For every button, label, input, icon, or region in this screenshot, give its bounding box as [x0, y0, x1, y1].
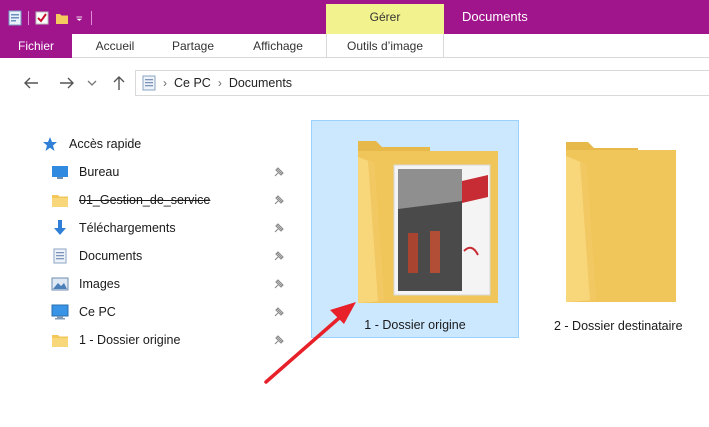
- quick-access-label: Accès rapide: [69, 137, 142, 151]
- folder-icon: [50, 330, 70, 350]
- breadcrumb-this-pc[interactable]: Ce PC: [174, 76, 211, 90]
- nav-item-label: 01_Gestion_de_service: [79, 193, 211, 207]
- chevron-down-icon: [87, 80, 97, 86]
- pin-icon[interactable]: [272, 165, 286, 179]
- nav-item-origin-folder[interactable]: 1 - Dossier origine: [50, 327, 292, 353]
- arrow-right-icon: [60, 77, 74, 89]
- nav-item-images[interactable]: Images: [50, 271, 292, 297]
- pin-icon[interactable]: [272, 305, 286, 319]
- context-tab-manage[interactable]: Gérer: [326, 4, 444, 34]
- back-button[interactable]: [22, 74, 40, 92]
- chevron-down-icon[interactable]: [75, 10, 85, 26]
- download-icon: [50, 218, 70, 238]
- arrow-left-icon: [24, 77, 38, 89]
- ribbon-tabs: Fichier Accueil Partage Affichage Outils…: [0, 34, 709, 58]
- toolbar-separator: [91, 11, 92, 25]
- folder-name[interactable]: 1 - Dossier origine: [312, 318, 518, 332]
- pin-icon[interactable]: [272, 193, 286, 207]
- navigation-bar: › Ce PC › Documents: [0, 58, 709, 108]
- breadcrumb-separator[interactable]: ›: [218, 76, 222, 90]
- star-icon: [40, 134, 60, 154]
- nav-item-this-pc[interactable]: Ce PC: [50, 299, 292, 325]
- nav-item-label: 1 - Dossier origine: [79, 333, 181, 347]
- folder-icon: [566, 142, 676, 302]
- desktop-icon: [50, 162, 70, 182]
- nav-item-downloads[interactable]: Téléchargements: [50, 215, 292, 241]
- pin-icon[interactable]: [272, 277, 286, 291]
- title-bar: Gérer Documents: [0, 0, 709, 34]
- pin-icon[interactable]: [272, 333, 286, 347]
- nav-item-label: Ce PC: [79, 305, 116, 319]
- nav-item-documents[interactable]: Documents: [50, 243, 292, 269]
- properties-icon[interactable]: [8, 10, 22, 26]
- nav-item-label: Téléchargements: [79, 221, 176, 235]
- new-folder-icon[interactable]: [55, 10, 69, 26]
- breadcrumb-separator[interactable]: ›: [163, 76, 167, 90]
- arrow-up-icon: [113, 76, 125, 90]
- window-title: Documents: [462, 9, 528, 24]
- folder-tile-destination[interactable]: 2 - Dossier destinataire: [548, 120, 708, 338]
- navigation-pane: Accès rapide Bureau 01_Gestion_de_servic…: [0, 108, 296, 427]
- checkmark-icon[interactable]: [35, 10, 49, 26]
- folder-name[interactable]: 2 - Dossier destinataire: [554, 319, 709, 333]
- folder-preview-icon: [358, 141, 498, 303]
- folder-icon: [50, 190, 70, 210]
- pin-icon[interactable]: [272, 249, 286, 263]
- breadcrumb-documents[interactable]: Documents: [229, 76, 292, 90]
- tab-image-tools[interactable]: Outils d’image: [326, 34, 444, 58]
- recent-locations-button[interactable]: [86, 74, 98, 92]
- toolbar-separator: [28, 11, 29, 25]
- pin-icon[interactable]: [272, 221, 286, 235]
- up-button[interactable]: [110, 74, 128, 92]
- tab-file[interactable]: Fichier: [0, 34, 72, 58]
- tab-home[interactable]: Accueil: [80, 34, 150, 58]
- forward-button[interactable]: [58, 74, 76, 92]
- quick-access-header[interactable]: Accès rapide: [40, 131, 292, 157]
- folder-tile-origin[interactable]: 1 - Dossier origine: [311, 120, 519, 338]
- images-icon: [50, 274, 70, 294]
- file-list: 1 - Dossier origine 2 - Dossier destinat…: [296, 108, 709, 427]
- tab-share[interactable]: Partage: [158, 34, 228, 58]
- computer-icon: [50, 302, 70, 322]
- nav-item-label: Images: [79, 277, 120, 291]
- nav-item-label: Documents: [79, 249, 143, 263]
- documents-icon: [50, 246, 70, 266]
- quick-access-toolbar: [8, 8, 92, 28]
- address-bar[interactable]: › Ce PC › Documents: [135, 70, 709, 96]
- nav-item-service-folder[interactable]: 01_Gestion_de_service: [50, 187, 292, 213]
- nav-item-label: Bureau: [79, 165, 120, 179]
- tab-view[interactable]: Affichage: [238, 34, 318, 58]
- documents-icon: [142, 75, 156, 91]
- nav-item-desktop[interactable]: Bureau: [50, 159, 292, 185]
